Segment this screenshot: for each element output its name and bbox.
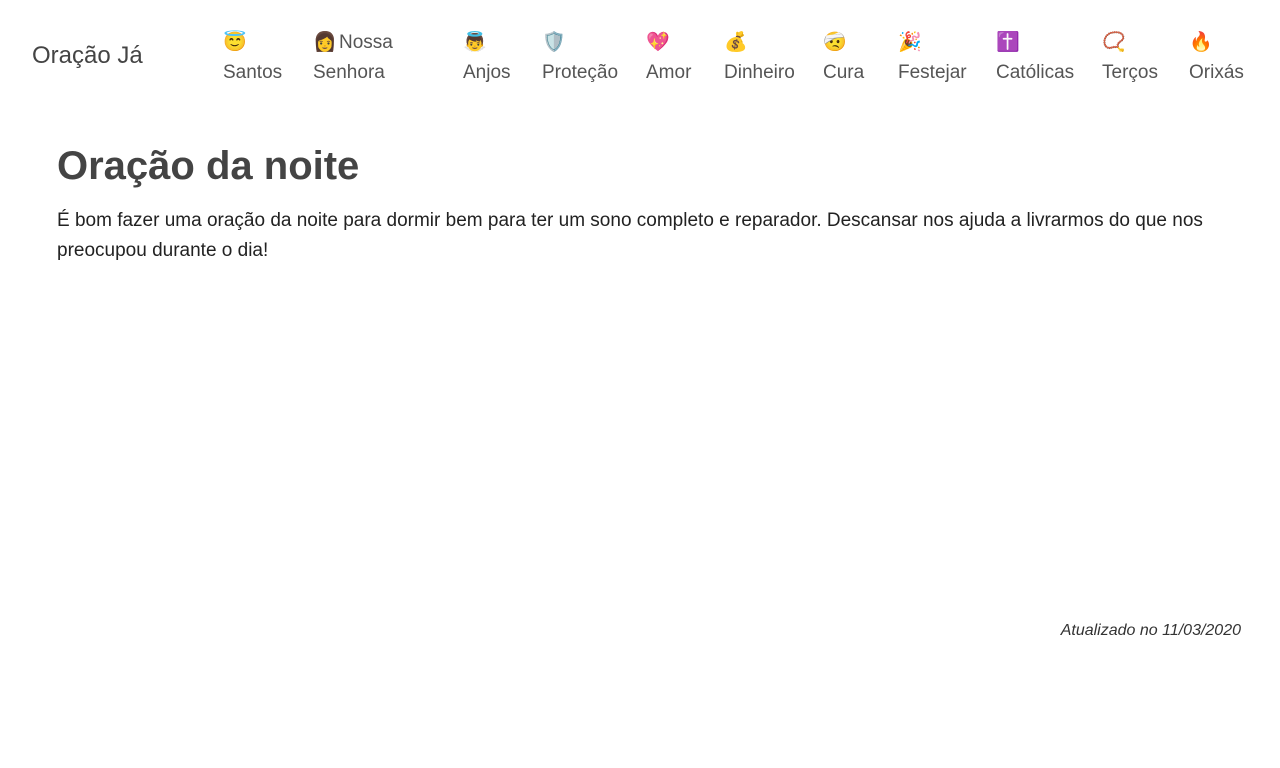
- nav-item-protecao[interactable]: 🛡️ Proteção: [542, 28, 618, 88]
- updated-date: Atualizado no 11/03/2020: [1060, 622, 1241, 639]
- site-header: Oração Já 😇 Santos 👩 Nossa Senhora 👼 Anjo…: [0, 0, 1280, 110]
- halo-smile-icon: 😇: [223, 32, 247, 53]
- nav-line-top: 🎉: [898, 28, 967, 58]
- nav-line-top: 🔥: [1189, 28, 1244, 58]
- sparkling-heart-icon: 💖: [646, 32, 670, 53]
- nav-line-top: 👼: [463, 28, 511, 58]
- nav-item-santos[interactable]: 😇 Santos: [223, 28, 282, 88]
- money-bag-icon: 💰: [724, 32, 748, 53]
- nav-label: Católicas: [996, 62, 1075, 83]
- nav-item-tercos[interactable]: 📿 Terços: [1102, 28, 1158, 88]
- nav-line-top: 👩 Nossa: [313, 28, 393, 58]
- page-title: Oração da noite: [57, 144, 360, 188]
- nav-label: Terços: [1102, 62, 1158, 83]
- woman-icon: 👩: [313, 32, 337, 53]
- nav-line-top: ✝️: [996, 28, 1074, 58]
- party-popper-icon: 🎉: [898, 32, 922, 53]
- nav-item-cura[interactable]: 🤕 Cura: [823, 28, 864, 88]
- nav-label: Santos: [223, 62, 283, 83]
- nav-line-top: 📿: [1102, 28, 1158, 58]
- nav-line-top: 🤕: [823, 28, 864, 58]
- nav-item-catolicas[interactable]: ✝️ Católicas: [996, 28, 1074, 88]
- nav-label: Dinheiro: [724, 62, 795, 83]
- nav-label-top: Nossa: [339, 32, 393, 53]
- page-description: É bom fazer uma oração da noite para dor…: [57, 210, 1203, 261]
- nav-line-top: 😇: [223, 28, 282, 58]
- nav-line-top: 🛡️: [542, 28, 618, 58]
- nav-label: Festejar: [898, 62, 967, 83]
- fire-icon: 🔥: [1189, 32, 1213, 53]
- nav-item-dinheiro[interactable]: 💰 Dinheiro: [724, 28, 795, 88]
- shield-icon: 🛡️: [542, 32, 566, 53]
- nav-item-anjos[interactable]: 👼 Anjos: [463, 28, 511, 88]
- main-content: Oração da noite É bom fazer uma oração d…: [57, 140, 1247, 266]
- nav-label: Orixás: [1189, 62, 1244, 83]
- bandaged-face-icon: 🤕: [823, 32, 847, 53]
- nav-item-festejar[interactable]: 🎉 Festejar: [898, 28, 967, 88]
- site-brand-link[interactable]: Oração Já: [32, 42, 143, 70]
- baby-angel-icon: 👼: [463, 32, 487, 53]
- nav-item-orixas[interactable]: 🔥 Orixás: [1189, 28, 1244, 88]
- nav-label: Senhora: [313, 62, 385, 83]
- rosary-icon: 📿: [1102, 32, 1126, 53]
- nav-label: Anjos: [463, 62, 511, 83]
- nav-item-nossa-senhora[interactable]: 👩 Nossa Senhora: [313, 28, 393, 88]
- latin-cross-icon: ✝️: [996, 32, 1020, 53]
- nav-label: Amor: [646, 62, 692, 83]
- nav-label: Cura: [823, 62, 865, 83]
- nav-item-amor[interactable]: 💖 Amor: [646, 28, 691, 88]
- nav-line-top: 💖: [646, 28, 691, 58]
- nav-label: Proteção: [542, 62, 619, 83]
- nav-line-top: 💰: [724, 28, 795, 58]
